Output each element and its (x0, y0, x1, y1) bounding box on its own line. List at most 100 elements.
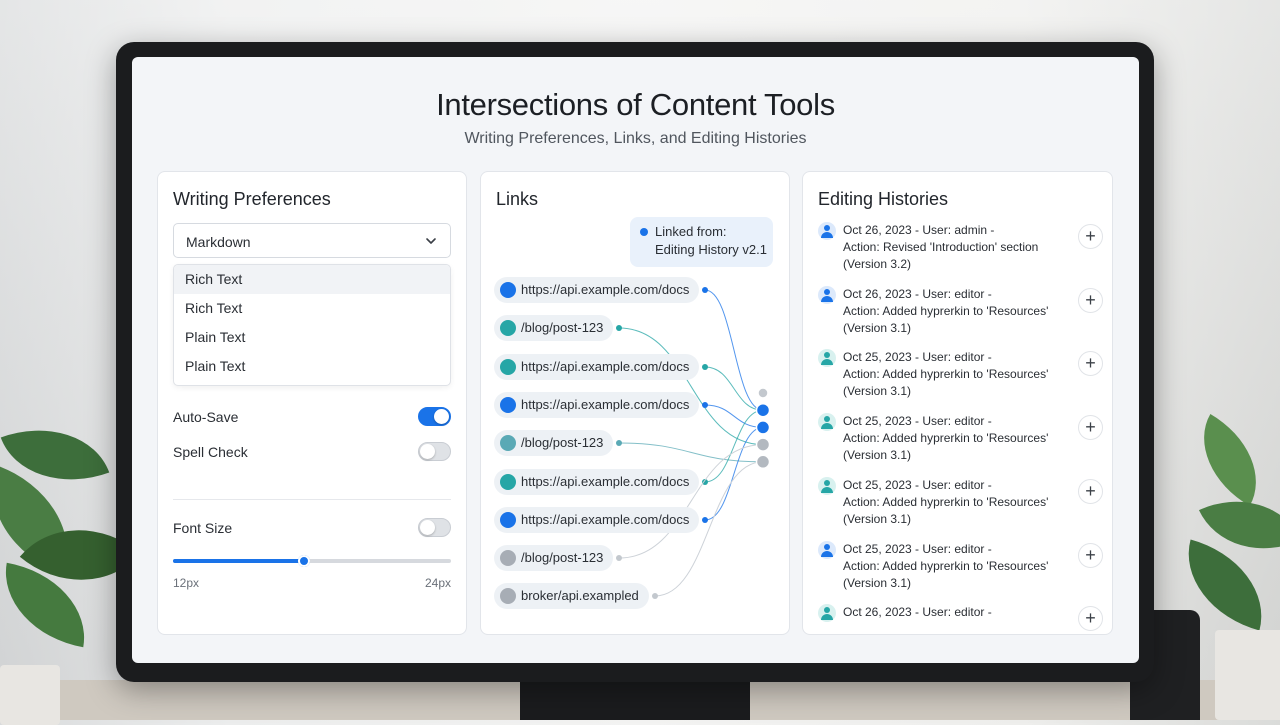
link-item[interactable]: https://api.example.com/docs (494, 506, 700, 533)
plus-icon: + (1085, 353, 1096, 374)
chevron-down-icon (426, 238, 436, 244)
history-line-3: (Version 3.1) (843, 448, 912, 463)
link-dot-icon (500, 320, 516, 337)
link-item[interactable]: broker/api.exampled (494, 583, 649, 610)
link-item[interactable]: /blog/post-123 (494, 315, 614, 342)
link-anchor-dot (652, 593, 658, 599)
link-item[interactable]: /blog/post-123 (494, 545, 614, 572)
slider-thumb[interactable] (297, 555, 310, 567)
spell-check-label: Spell Check (173, 444, 248, 460)
link-item[interactable]: /blog/post-123 (494, 430, 614, 457)
link-item[interactable]: https://api.example.com/docs (494, 468, 700, 495)
page-title: Intersections of Content Tools (436, 87, 835, 122)
link-dot-icon (500, 473, 516, 490)
user-icon (818, 413, 836, 432)
link-dot-icon (500, 282, 516, 298)
link-anchor-dot (702, 287, 708, 293)
link-text: https://api.example.com/docs (521, 511, 690, 527)
link-target-node[interactable] (755, 437, 771, 452)
history-item: Oct 26, 2023 - User: editor - + (818, 604, 1103, 660)
link-target-node[interactable] (755, 402, 771, 418)
link-connection-line (704, 426, 764, 521)
writing-preferences-panel: Writing Preferences Markdown Rich Text R… (157, 171, 467, 635)
link-target-node[interactable] (757, 387, 769, 399)
history-line-1: Oct 25, 2023 - User: editor - (843, 541, 992, 556)
history-line-1: Oct 25, 2023 - User: editor - (843, 414, 992, 429)
link-dot-icon (500, 435, 516, 452)
writing-preferences-title: Writing Preferences (173, 189, 331, 209)
slider-fill (173, 559, 304, 563)
plus-icon: + (1085, 544, 1096, 565)
link-connection-line (704, 409, 764, 483)
plus-icon: + (1085, 480, 1096, 501)
user-icon (818, 604, 836, 623)
user-icon (818, 476, 836, 495)
history-line-2: Action: Added hyprerkin to 'Resources' (843, 558, 1049, 573)
link-target-node[interactable] (755, 454, 771, 470)
link-anchor-dot (616, 440, 622, 446)
toggle-knob (420, 444, 435, 459)
link-connection-line (704, 366, 764, 411)
auto-save-label: Auto-Save (173, 409, 239, 425)
link-dot-icon (500, 396, 516, 413)
dropdown-option[interactable]: Plain Text (174, 323, 450, 352)
editing-histories-panel: Editing Histories Oct 26, 2023 - User: a… (802, 171, 1113, 635)
history-line-1: Oct 25, 2023 - User: editor - (843, 477, 992, 492)
history-line-2: Action: Added hyprerkin to 'Resources' (843, 303, 1049, 318)
link-anchor-dot (702, 517, 708, 523)
font-size-toggle[interactable] (418, 518, 451, 537)
link-item[interactable]: https://api.example.com/docs (494, 353, 700, 380)
history-item: Oct 26, 2023 - User: editor - Action: Add… (818, 285, 1103, 342)
callout-line2: Editing History v2.1 (655, 242, 767, 257)
link-item[interactable]: https://api.example.com/docs (494, 391, 700, 418)
user-icon (818, 285, 836, 304)
add-history-button[interactable]: + (1078, 478, 1103, 504)
plus-icon: + (1085, 226, 1096, 246)
history-item: Oct 25, 2023 - User: editor - Action: Add… (818, 540, 1103, 597)
link-text: https://api.example.com/docs (521, 282, 690, 297)
add-history-button[interactable]: + (1078, 351, 1103, 377)
history-line-3: (Version 3.1) (843, 384, 912, 399)
add-history-button[interactable]: + (1078, 542, 1103, 568)
link-text: https://api.example.com/docs (521, 473, 690, 489)
dropdown-option[interactable]: Rich Text (174, 265, 450, 294)
font-size-slider[interactable] (173, 555, 451, 567)
divider (173, 499, 451, 500)
history-line-3: (Version 3.2) (843, 257, 912, 271)
history-line-3: (Version 3.1) (843, 511, 912, 526)
link-target-node[interactable] (755, 420, 771, 435)
dropdown-option[interactable]: Plain Text (174, 352, 450, 381)
link-anchor-dot (616, 555, 622, 561)
callout-line1: Linked from: (655, 224, 727, 239)
history-item: Oct 25, 2023 - User: editor - Action: Add… (818, 413, 1103, 469)
link-dot-icon (500, 511, 516, 528)
callout-dot-icon (640, 228, 648, 236)
slider-max-label: 24px (424, 576, 451, 590)
link-anchor-dot (702, 402, 708, 408)
link-text: /blog/post-123 (521, 435, 604, 451)
user-icon (818, 222, 836, 240)
plant-left (0, 400, 141, 725)
add-history-button[interactable]: + (1078, 415, 1103, 441)
add-history-button[interactable]: + (1078, 606, 1103, 632)
plus-icon: + (1085, 289, 1096, 310)
dropdown-option[interactable]: Rich Text (174, 294, 450, 323)
user-icon (818, 349, 836, 368)
toggle-knob (420, 520, 435, 535)
user-icon (818, 540, 836, 559)
history-line-3: (Version 3.1) (843, 575, 912, 590)
links-panel: Links Linked from: Editing History v2.1 … (480, 171, 790, 635)
add-history-button[interactable]: + (1078, 287, 1103, 313)
spell-check-toggle[interactable] (418, 442, 451, 461)
link-connection-line (704, 404, 764, 428)
history-line-2: Action: Added hyprerkin to 'Resources' (843, 494, 1049, 509)
format-select[interactable]: Markdown (173, 223, 451, 258)
add-history-button[interactable]: + (1078, 224, 1103, 249)
history-line-1: Oct 26, 2023 - User: editor - (843, 286, 992, 301)
link-item[interactable]: https://api.example.com/docs (494, 277, 700, 303)
editing-histories-title: Editing Histories (818, 189, 949, 209)
link-anchor-dot (702, 364, 708, 370)
link-text: broker/api.exampled (521, 588, 639, 604)
auto-save-toggle[interactable] (418, 407, 451, 426)
font-size-label: Font Size (173, 520, 233, 536)
